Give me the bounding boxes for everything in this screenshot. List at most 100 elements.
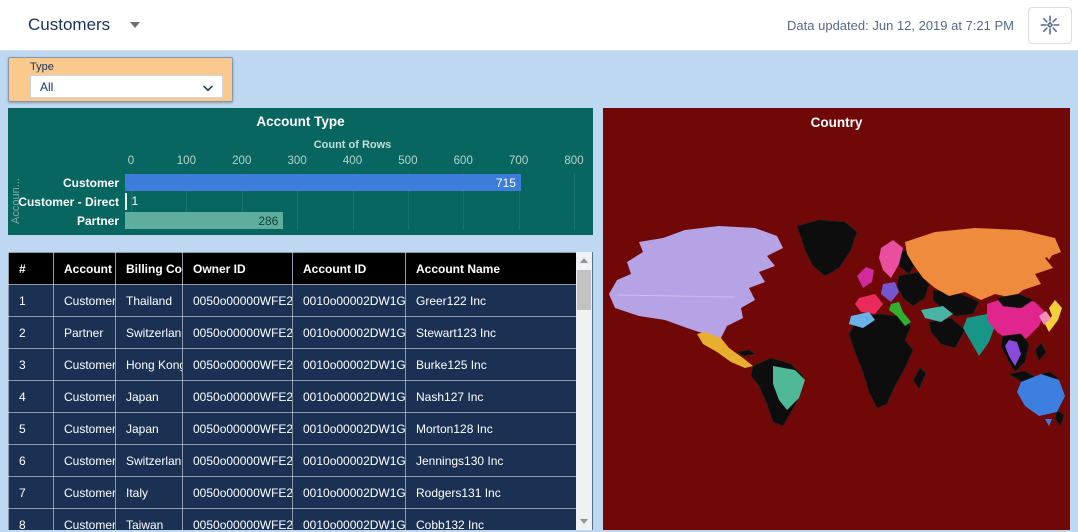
y-axis-title: Accoun... (10, 173, 24, 230)
x-tick-0: 0 (128, 155, 134, 167)
bar-partner[interactable]: 286 (125, 212, 283, 229)
bar-customer[interactable]: 715 (125, 174, 521, 191)
scroll-down-button[interactable] (576, 513, 592, 530)
chart-row: Partner 286 (8, 211, 593, 230)
table-cell: Customer (54, 381, 116, 413)
table-cell: Jennings130 Inc (406, 445, 578, 477)
filter-selected-value: All (40, 80, 53, 94)
x-tick-600: 600 (454, 155, 473, 167)
sparkle-icon (1039, 14, 1061, 36)
scroll-up-button[interactable] (576, 252, 592, 269)
table-cell: Rodgers131 Inc (406, 477, 578, 509)
table-cell: 0010o00002DW1Gh... (293, 445, 406, 477)
table-row[interactable]: 1CustomerThailand0050o00000WFE2...0010o0… (9, 285, 578, 317)
x-tick-300: 300 (288, 155, 307, 167)
table-cell: 0010o00002DW1Gf... (293, 413, 406, 445)
column-header-owner-id: Owner ID (183, 253, 293, 285)
table-row[interactable]: 4CustomerJapan0050o00000WFE2...0010o0000… (9, 381, 578, 413)
type-filter-select[interactable]: All (30, 75, 223, 98)
bar-value-label: 1 (126, 194, 139, 208)
category-label: Customer (8, 176, 125, 190)
bar-track: 286 (125, 212, 568, 229)
table-row[interactable]: 3CustomerHong Kong0050o00000WFE2...0010o… (9, 349, 578, 381)
table-cell: 1 (9, 285, 54, 317)
table-scrollbar[interactable] (576, 252, 592, 530)
table-cell: 0010o00002DW1Gl... (293, 509, 406, 531)
chart-row: Customer715 (8, 173, 593, 192)
table-cell: Partner (54, 317, 116, 349)
category-label: Customer - Direct (8, 195, 125, 209)
table-cell: Hong Kong (116, 349, 183, 381)
table-cell: 0010o00002DW1Ge... (293, 381, 406, 413)
table-row[interactable]: 7CustomerItaly0050o00000WFE2...0010o0000… (9, 477, 578, 509)
triangle-down-icon (580, 519, 588, 524)
scrollbar-thumb[interactable] (577, 270, 591, 310)
table-cell: Thailand (116, 285, 183, 317)
country-greenland[interactable] (797, 220, 857, 276)
category-label: Partner (8, 214, 125, 228)
table-cell: Nash127 Inc (406, 381, 578, 413)
bar-track: 1 (125, 193, 568, 210)
table-cell: 0050o00000WFE2... (183, 349, 293, 381)
country-map-panel: Country (603, 108, 1070, 530)
chevron-down-icon[interactable] (130, 22, 140, 28)
table-row[interactable]: 6CustomerSwitzerland0050o00000WFE2L...00… (9, 445, 578, 477)
country-africa[interactable] (849, 314, 913, 408)
table-cell: Burke125 Inc (406, 349, 578, 381)
chevron-down-icon (201, 81, 215, 95)
country-france[interactable] (855, 294, 883, 314)
table-cell: Customer (54, 509, 116, 531)
table-cell: 0010o00002DW1Gc... (293, 349, 406, 381)
table-cell: Cobb132 Inc (406, 509, 578, 531)
table-cell: Customer (54, 445, 116, 477)
country-scandinavia[interactable] (879, 240, 903, 278)
table-cell: 0010o00002DW1Ga... (293, 317, 406, 349)
table-cell: Customer (54, 477, 116, 509)
x-tick-700: 700 (509, 155, 528, 167)
data-updated-text: Data updated: Jun 12, 2019 at 7:21 PM (787, 18, 1014, 33)
triangle-up-icon (580, 258, 588, 263)
table-cell: 0010o00002DW1GZ... (293, 285, 406, 317)
country-caribbean[interactable] (737, 350, 755, 356)
table-row[interactable]: 2PartnerSwitzerland0050o00000WFE2B...001… (9, 317, 578, 349)
country-germany[interactable] (881, 282, 899, 302)
accounts-table-panel: #Account ...Billing Co...Owner IDAccount… (8, 252, 593, 530)
table-cell: 2 (9, 317, 54, 349)
table-cell: 0050o00000WFE2... (183, 477, 293, 509)
bar-track: 715 (125, 174, 568, 191)
x-axis-ticks: 0100200300400500600700800 (131, 155, 574, 169)
chart-title: Account Type (8, 114, 593, 129)
map-title: Country (603, 115, 1070, 130)
x-tick-500: 500 (398, 155, 417, 167)
type-filter-widget: Type All (8, 57, 233, 102)
bar-value-label: 286 (258, 214, 283, 228)
x-tick-800: 800 (564, 155, 583, 167)
table-cell: 6 (9, 445, 54, 477)
table-row[interactable]: 5CustomerJapan0050o00000WFE2...0010o0000… (9, 413, 578, 445)
country-united-kingdom[interactable] (857, 267, 874, 288)
country-middle-east[interactable] (929, 318, 965, 348)
table-cell: 0050o00000WFE2L... (183, 445, 293, 477)
table-header-row: #Account ...Billing Co...Owner IDAccount… (9, 253, 578, 285)
table-cell: Customer (54, 349, 116, 381)
country-russia[interactable] (905, 228, 1061, 300)
table-cell: Switzerland (116, 445, 183, 477)
x-tick-100: 100 (177, 155, 196, 167)
table-cell: 0050o00000WFE2I... (183, 509, 293, 531)
x-axis-title: Count of Rows (131, 139, 574, 151)
table-cell: 0050o00000WFE2... (183, 285, 293, 317)
table-row[interactable]: 8CustomerTaiwan0050o00000WFE2I...0010o00… (9, 509, 578, 531)
country-north-america[interactable] (609, 226, 783, 346)
table-cell: Japan (116, 381, 183, 413)
country-madagascar[interactable] (913, 368, 926, 389)
bar-chart-plot: Customer715Customer - Direct1Partner286 (8, 173, 593, 230)
einstein-sparkle-button[interactable] (1028, 7, 1072, 44)
page-title: Customers (28, 15, 110, 35)
world-map (607, 216, 1065, 428)
table-cell: 0050o00000WFE2... (183, 381, 293, 413)
country-mexico[interactable] (697, 332, 753, 368)
column-header-account-name: Account Name (406, 253, 578, 285)
country-new-zealand[interactable] (1055, 410, 1064, 426)
column-header-account-: Account ... (54, 253, 116, 285)
x-tick-400: 400 (343, 155, 362, 167)
